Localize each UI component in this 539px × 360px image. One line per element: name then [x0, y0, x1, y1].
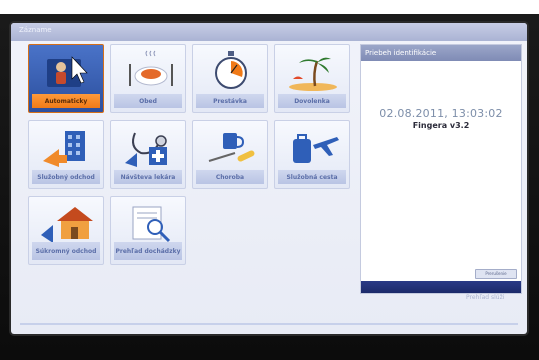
- tile-prestavka[interactable]: Prestávka: [192, 44, 268, 113]
- panel-link[interactable]: Prehľad slúži: [466, 294, 504, 301]
- panel-action-button[interactable]: Prerušenie: [475, 269, 517, 279]
- tile-label: Obed: [114, 94, 182, 108]
- stopwatch-icon: [201, 49, 261, 93]
- tile-label: Prestávka: [196, 94, 264, 108]
- medicine-cup-icon: [201, 125, 261, 169]
- report-magnifier-icon: [119, 201, 179, 245]
- stethoscope-icon: [119, 125, 179, 169]
- house-arrow-icon: [37, 201, 97, 245]
- tile-label: Súkromný odchod: [32, 242, 100, 260]
- tile-obed[interactable]: Obed: [110, 44, 186, 113]
- attendance-tile-grid: Automaticky Obed Prestávka Dovolenka Slu…: [28, 44, 358, 276]
- tile-label: Automaticky: [32, 94, 100, 108]
- user-cursor-icon: [37, 49, 97, 93]
- travel-suitcase-plane-icon: [283, 125, 343, 169]
- tile-sukromny-odchod[interactable]: Súkromný odchod: [28, 196, 104, 265]
- tile-sluzobny-odchod[interactable]: Služobný odchod: [28, 120, 104, 189]
- tile-choroba[interactable]: Choroba: [192, 120, 268, 189]
- screen-bottom-bar: [20, 323, 518, 325]
- tile-label: Choroba: [196, 170, 264, 184]
- screen-header: Zázname: [11, 23, 527, 41]
- tile-label: Služobná cesta: [278, 170, 346, 184]
- tile-automaticky[interactable]: Automaticky: [28, 44, 104, 113]
- tile-label: Dovolenka: [278, 94, 346, 108]
- datetime-display: 02.08.2011, 13:03:02: [379, 107, 503, 120]
- identification-panel: Priebeh identifikácie 02.08.2011, 13:03:…: [360, 44, 522, 294]
- tile-label: Služobný odchod: [32, 170, 100, 184]
- building-arrow-icon: [37, 125, 97, 169]
- beach-palm-icon: [283, 49, 343, 93]
- tile-navsteva-lekara[interactable]: Návšteva lekára: [110, 120, 186, 189]
- tile-label: Prehľad dochádzky: [114, 242, 182, 260]
- tile-label: Návšteva lekára: [114, 170, 182, 184]
- image-top-strip: [0, 0, 539, 14]
- screen-header-text: Zázname: [19, 26, 52, 34]
- tile-prehlad-dochadzky[interactable]: Prehľad dochádzky: [110, 196, 186, 265]
- lunch-plate-icon: [119, 49, 179, 93]
- app-version: Fingera v3.2: [412, 121, 470, 130]
- device-screen: Zázname Automaticky Obed Prestávka Dovol…: [11, 23, 527, 334]
- tile-sluzobna-cesta[interactable]: Služobná cesta: [274, 120, 350, 189]
- tile-dovolenka[interactable]: Dovolenka: [274, 44, 350, 113]
- panel-footer-bar: [361, 281, 521, 293]
- panel-title: Priebeh identifikácie: [361, 45, 521, 61]
